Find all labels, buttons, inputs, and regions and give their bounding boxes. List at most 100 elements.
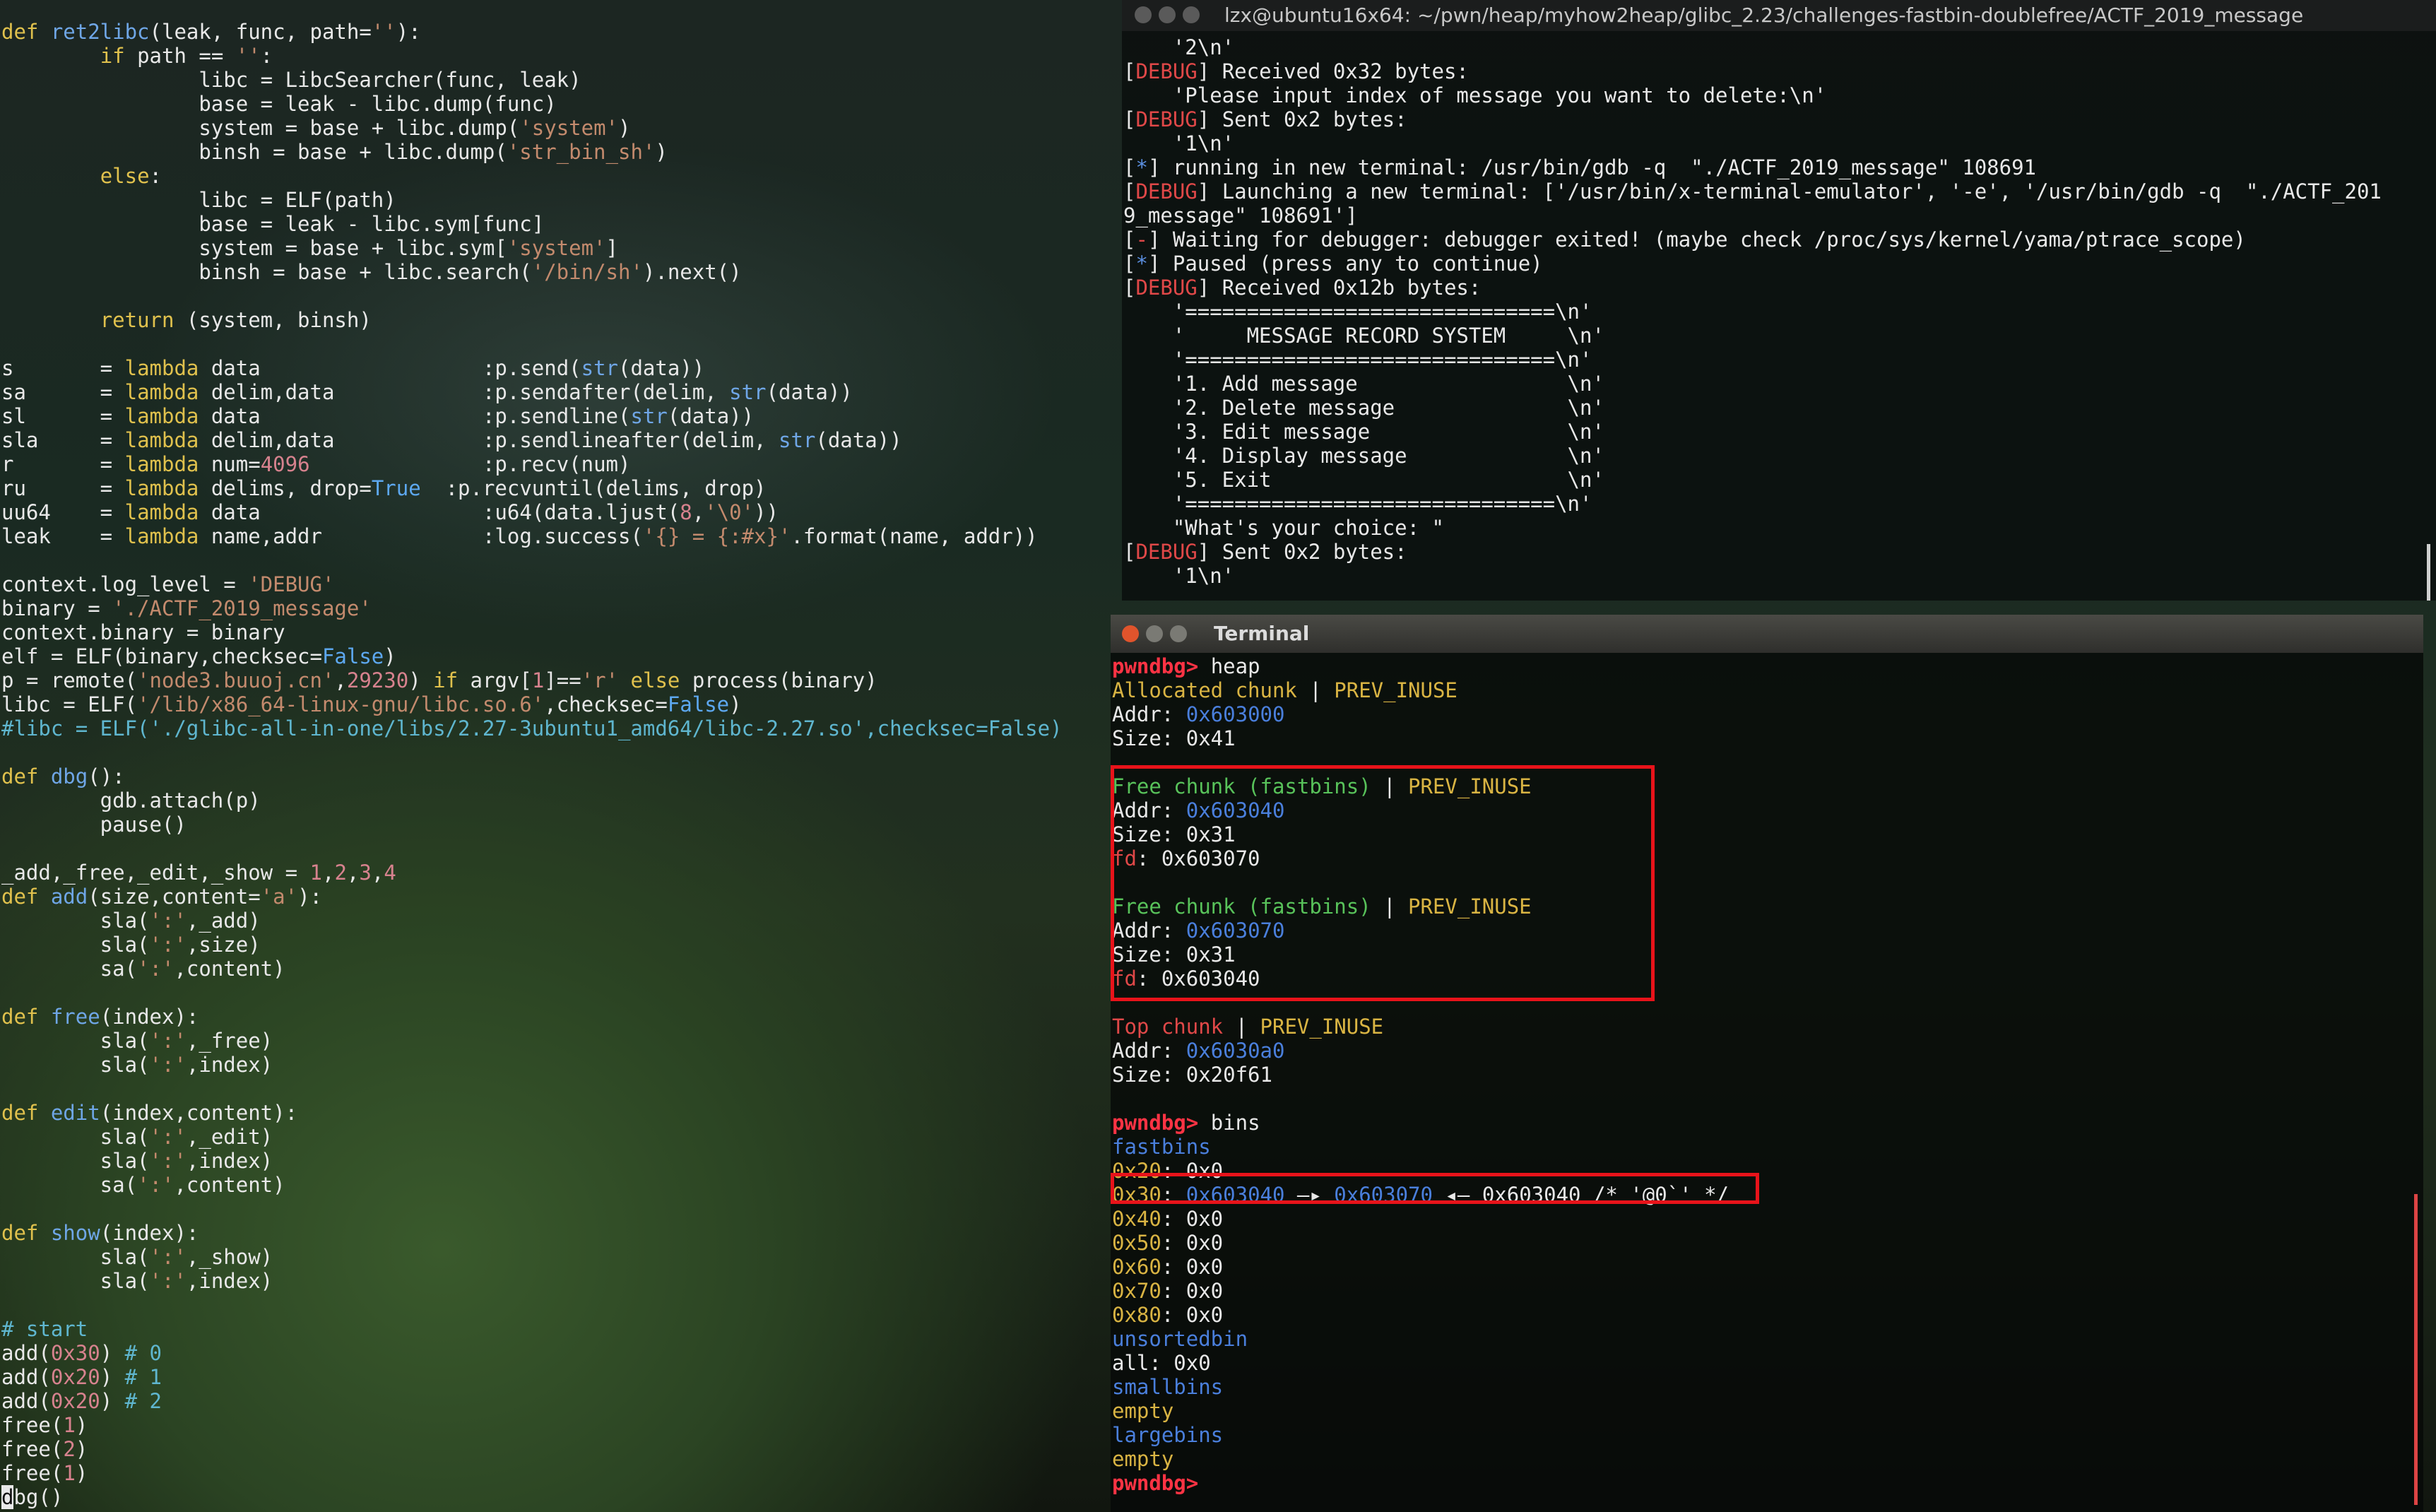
gdb-terminal-scrollbar[interactable] bbox=[2414, 1194, 2418, 1505]
text-token: add( bbox=[1, 1389, 51, 1413]
text-token: lambda bbox=[124, 500, 199, 524]
text-token: ) bbox=[408, 668, 434, 692]
text-token: lambda bbox=[124, 404, 199, 428]
code-line: base = leak - libc.sym[func] bbox=[1, 212, 1104, 236]
text-token: [ bbox=[1123, 107, 1136, 131]
terminal-output-line: '5. Exit \n' bbox=[1123, 468, 2382, 492]
text-token: 'system' bbox=[519, 116, 618, 140]
minimize-window-icon[interactable] bbox=[1159, 6, 1176, 23]
text-token: [ bbox=[1123, 59, 1136, 83]
text-token: smallbins bbox=[1112, 1375, 1224, 1399]
code-line: dbg() bbox=[1, 1485, 1104, 1509]
text-token: ':' bbox=[137, 1173, 175, 1197]
text-token: )) bbox=[754, 500, 779, 524]
text-token: (data)) bbox=[766, 380, 853, 404]
text-token: '1\n' bbox=[1123, 564, 1235, 588]
text-token: : bbox=[149, 164, 162, 188]
text-token: #libc = ELF('./glibc-all-in-one/libs/2.2… bbox=[1, 716, 1063, 740]
text-token: PREV_INUSE bbox=[1334, 678, 1458, 702]
text-token: :p.recv(num) bbox=[309, 452, 631, 476]
text-token: str bbox=[581, 356, 619, 380]
text-token: system = base + libc.dump( bbox=[1, 116, 520, 140]
gdb-output-line: largebins bbox=[1112, 1423, 1729, 1447]
text-token: _add,_free,_edit,_show = bbox=[1, 861, 310, 885]
text-token: free( bbox=[1, 1413, 64, 1437]
code-editor[interactable]: def ret2libc(leak, func, path=''): if pa… bbox=[1, 20, 1104, 1509]
free-chunks-highlight-box bbox=[1111, 765, 1655, 1001]
text-token: [ bbox=[1123, 252, 1136, 276]
debug-terminal-window[interactable]: lzx@ubuntu16x64: ~/pwn/heap/myhow2heap/g… bbox=[1122, 0, 2436, 601]
code-line: sla(':',index) bbox=[1, 1149, 1104, 1173]
text-token: sla = bbox=[1, 428, 125, 452]
maximize-window-icon[interactable] bbox=[1170, 625, 1187, 642]
debug-terminal-scrollbar[interactable] bbox=[2427, 544, 2430, 601]
text-token: 1 bbox=[531, 668, 545, 692]
text-token: bins bbox=[1210, 1111, 1260, 1135]
gdb-output-line: Size: 0x20f61 bbox=[1112, 1063, 1729, 1087]
text-token: Addr: bbox=[1112, 702, 1186, 726]
text-token: unsortedbin bbox=[1112, 1327, 1248, 1351]
code-line: free(2) bbox=[1, 1437, 1104, 1461]
close-window-icon[interactable] bbox=[1135, 6, 1152, 23]
text-token: str bbox=[778, 428, 816, 452]
text-token: 2 bbox=[63, 1437, 76, 1461]
code-line: context.log_level = 'DEBUG' bbox=[1, 572, 1104, 596]
text-token: pwndbg> bbox=[1112, 654, 1211, 678]
gdb-output-line: Allocated chunk | PREV_INUSE bbox=[1112, 678, 1729, 702]
code-line: sla = lambda delim,data :p.sendlineafter… bbox=[1, 428, 1104, 452]
text-token: (): bbox=[88, 764, 125, 789]
code-line: def show(index): bbox=[1, 1221, 1104, 1245]
text-token: data :u64(data.ljust( bbox=[199, 500, 680, 524]
text-token: def bbox=[1, 1005, 51, 1029]
code-line: system = base + libc.sym['system'] bbox=[1, 236, 1104, 260]
terminal-output-line: [DEBUG] Sent 0x2 bytes: bbox=[1123, 107, 2382, 131]
gdb-output-line: Size: 0x41 bbox=[1112, 726, 1729, 750]
text-token: return bbox=[100, 308, 175, 332]
text-token: 4 bbox=[384, 861, 396, 885]
text-token: ':' bbox=[149, 909, 187, 933]
text-token: 0x603000 bbox=[1186, 702, 1285, 726]
text-token: 8 bbox=[680, 500, 692, 524]
code-line: add(0x20) # 1 bbox=[1, 1365, 1104, 1389]
gdb-output-line: 0x70: 0x0 bbox=[1112, 1279, 1729, 1303]
text-token: lambda bbox=[124, 428, 199, 452]
text-token: str bbox=[630, 404, 668, 428]
text-token: Size: 0x20f61 bbox=[1112, 1063, 1272, 1087]
text-token: :p.recvuntil(delims, drop) bbox=[420, 476, 767, 500]
text-token: ] Launching a new terminal: ['/usr/bin/x… bbox=[1197, 179, 2382, 203]
text-token: sa( bbox=[1, 1173, 138, 1197]
debug-terminal-output: '2\n' [DEBUG] Received 0x32 bytes: 'Pleas… bbox=[1122, 35, 2382, 588]
minimize-window-icon[interactable] bbox=[1146, 625, 1163, 642]
text-token: ,content) bbox=[174, 1173, 285, 1197]
close-window-icon[interactable] bbox=[1122, 625, 1139, 642]
text-token: leak = bbox=[1, 524, 125, 548]
maximize-window-icon[interactable] bbox=[1183, 6, 1200, 23]
text-token: : 0x0 bbox=[1161, 1279, 1224, 1303]
text-token: ) bbox=[618, 116, 631, 140]
code-line: sla(':',index) bbox=[1, 1053, 1104, 1077]
text-token: : 0x0 bbox=[1161, 1207, 1224, 1231]
text-token: '4. Display message \n' bbox=[1123, 444, 1604, 468]
text-token: data :p.send( bbox=[199, 356, 581, 380]
text-token: : 0x0 bbox=[1161, 1255, 1224, 1279]
code-line: libc = LibcSearcher(func, leak) bbox=[1, 68, 1104, 92]
text-token: ] bbox=[605, 236, 618, 260]
code-line: ru = lambda delims, drop=True :p.recvunt… bbox=[1, 476, 1104, 500]
text-token: ':' bbox=[149, 1053, 187, 1077]
gdb-terminal-window[interactable]: Terminal pwndbg> heap Allocated chunk | P… bbox=[1111, 615, 2423, 1512]
text-token: 'DEBUG' bbox=[248, 572, 335, 596]
text-token: libc = ELF( bbox=[1, 692, 138, 716]
text-token: pwndbg> bbox=[1112, 1111, 1211, 1135]
text-token: ]== bbox=[544, 668, 581, 692]
text-token: "What's your choice: " bbox=[1123, 516, 1444, 540]
debug-terminal-title: lzx@ubuntu16x64: ~/pwn/heap/myhow2heap/g… bbox=[1224, 4, 2304, 27]
gdb-output-line: empty bbox=[1112, 1447, 1729, 1471]
gdb-output-line: fastbins bbox=[1112, 1135, 1729, 1159]
text-token: sa( bbox=[1, 957, 138, 981]
text-token: 4096 bbox=[260, 452, 310, 476]
text-token: system = base + libc.sym[ bbox=[1, 236, 507, 260]
gdb-terminal-title: Terminal bbox=[1214, 622, 1310, 645]
